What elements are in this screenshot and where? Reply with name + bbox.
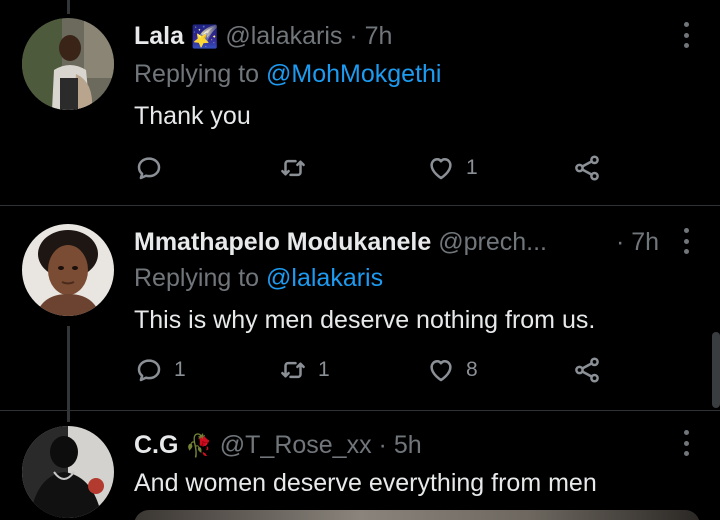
separator: · bbox=[378, 431, 387, 459]
handle[interactable]: @T_Rose_xx bbox=[220, 431, 372, 459]
tweet-lala[interactable]: Lala 🌠 @lalakaris · 7h Replying to @MohM… bbox=[0, 0, 720, 204]
display-name[interactable]: C.G bbox=[134, 431, 178, 459]
retweet-button[interactable]: 1 bbox=[278, 354, 330, 386]
more-options-icon[interactable] bbox=[680, 22, 692, 48]
separator: · bbox=[349, 22, 358, 50]
replying-prefix: Replying to bbox=[134, 264, 267, 292]
avatar[interactable] bbox=[22, 426, 114, 518]
badge-emoji: 🌠 bbox=[190, 24, 219, 49]
more-options-icon[interactable] bbox=[680, 228, 692, 254]
avatar-image bbox=[22, 224, 114, 316]
retweet-button[interactable] bbox=[278, 152, 318, 184]
tweet-text: And women deserve everything from men bbox=[134, 469, 597, 497]
tweet-actions: 1 1 8 bbox=[134, 354, 614, 386]
share-icon bbox=[575, 155, 599, 181]
reply-count: 1 bbox=[174, 358, 186, 381]
badge-emoji: 🥀 bbox=[185, 433, 213, 458]
tweet-actions: 1 bbox=[134, 152, 614, 184]
more-options-icon[interactable] bbox=[680, 430, 692, 456]
tweet-header: C.G 🥀 @T_Rose_xx · 5h bbox=[134, 429, 422, 461]
like-button[interactable]: 1 bbox=[426, 152, 478, 184]
replying-to: Replying to @MohMokgethi bbox=[134, 58, 441, 90]
tweet-header: Lala 🌠 @lalakaris · 7h bbox=[134, 20, 392, 52]
share-icon bbox=[575, 357, 599, 383]
tweet-text: This is why men deserve nothing from us. bbox=[134, 306, 596, 334]
scrollbar[interactable] bbox=[712, 332, 720, 408]
tweet-text: Thank you bbox=[134, 102, 251, 130]
avatar-image bbox=[22, 426, 114, 518]
separator: · bbox=[616, 228, 625, 256]
heart-icon bbox=[430, 360, 452, 382]
handle[interactable]: @prech... bbox=[438, 228, 547, 256]
like-count: 1 bbox=[466, 156, 478, 179]
reply-button[interactable]: 1 bbox=[134, 354, 186, 386]
divider bbox=[0, 410, 720, 411]
media-preview[interactable] bbox=[134, 510, 700, 520]
retweet-icon bbox=[281, 159, 305, 177]
replying-to: Replying to @lalakaris bbox=[134, 262, 383, 294]
reply-icon bbox=[137, 157, 161, 180]
retweet-icon bbox=[281, 361, 305, 379]
like-count: 8 bbox=[466, 358, 478, 381]
tweet-time: · 7h bbox=[616, 226, 659, 258]
timestamp[interactable]: 7h bbox=[631, 228, 659, 256]
tweet-cg[interactable]: C.G 🥀 @T_Rose_xx · 5h And women deserve … bbox=[0, 412, 720, 520]
retweet-count: 1 bbox=[318, 358, 330, 381]
share-button[interactable] bbox=[572, 152, 602, 184]
timestamp[interactable]: 7h bbox=[365, 22, 393, 50]
handle[interactable]: @lalakaris bbox=[225, 22, 342, 50]
share-button[interactable] bbox=[572, 354, 602, 386]
tweet-mmathapelo[interactable]: Mmathapelo Modukanele @prech... · 7h Rep… bbox=[0, 206, 720, 406]
replying-to-mention[interactable]: @lalakaris bbox=[266, 264, 383, 292]
replying-to-mention[interactable]: @MohMokgethi bbox=[266, 60, 441, 88]
avatar[interactable] bbox=[22, 18, 114, 110]
display-name[interactable]: Lala bbox=[134, 22, 184, 50]
replying-prefix: Replying to bbox=[134, 60, 267, 88]
display-name[interactable]: Mmathapelo Modukanele bbox=[134, 228, 431, 256]
timestamp[interactable]: 5h bbox=[394, 431, 422, 459]
tweet-header: Mmathapelo Modukanele @prech... bbox=[134, 226, 664, 258]
avatar-image bbox=[22, 18, 114, 110]
like-button[interactable]: 8 bbox=[426, 354, 478, 386]
avatar[interactable] bbox=[22, 224, 114, 316]
reply-button[interactable] bbox=[134, 152, 174, 184]
heart-icon bbox=[430, 158, 452, 180]
reply-icon bbox=[137, 359, 161, 382]
